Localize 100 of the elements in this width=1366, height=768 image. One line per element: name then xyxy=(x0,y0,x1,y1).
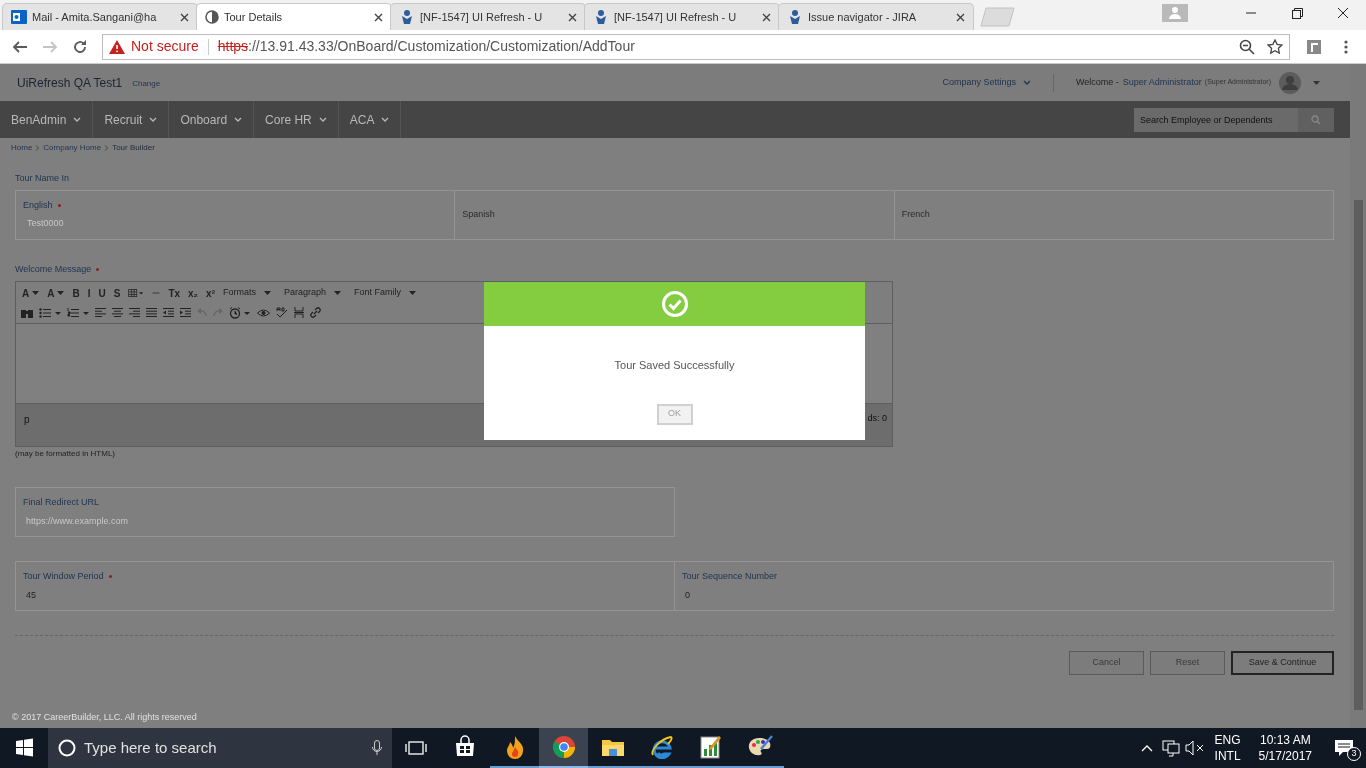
field-label: English xyxy=(23,198,53,212)
back-button[interactable] xyxy=(12,39,28,54)
app-title: UiRefresh QA Test1 xyxy=(17,74,123,92)
binoculars-icon[interactable] xyxy=(21,307,33,318)
word-count: ds: 0 xyxy=(867,412,887,425)
align-left-icon[interactable] xyxy=(95,308,106,317)
field-label: Spanish xyxy=(462,207,495,221)
close-icon[interactable] xyxy=(374,12,383,22)
microphone-icon[interactable] xyxy=(372,740,382,756)
change-link[interactable]: Change xyxy=(132,78,161,90)
field-label: French xyxy=(901,207,930,221)
form-button[interactable]: Reset xyxy=(1150,651,1225,675)
menu-icon[interactable] xyxy=(1344,38,1348,55)
breadcrumb-link[interactable]: Home xyxy=(11,141,33,154)
close-icon[interactable] xyxy=(956,12,965,22)
number-field[interactable]: 45 xyxy=(23,588,667,603)
close-icon[interactable] xyxy=(568,12,577,22)
search-input[interactable]: Type here to search xyxy=(84,736,364,760)
folder-icon xyxy=(600,737,625,757)
url-input[interactable]: https://www.example.com xyxy=(23,514,667,529)
security-label[interactable]: Not secure xyxy=(131,36,199,57)
toolbar-button[interactable]: x² xyxy=(203,284,218,302)
zoom-out-icon[interactable] xyxy=(1239,38,1255,55)
toolbar-dropdown[interactable]: Font Family xyxy=(351,284,425,302)
language-code: ENG xyxy=(1214,732,1241,748)
avatar-icon[interactable] xyxy=(1279,71,1301,94)
form-button[interactable]: Cancel xyxy=(1069,651,1144,675)
page-icon xyxy=(205,10,219,24)
notification-count: 3 xyxy=(1347,747,1361,761)
address-field[interactable]: Not secure https://13.91.43.33/OnBoard/Customization/Customization/AddTour xyxy=(102,33,1290,60)
bookmark-star-icon[interactable] xyxy=(1267,38,1283,55)
toolbar-button[interactable]: S xyxy=(110,284,124,302)
breadcrumb-link[interactable]: Company Home xyxy=(43,141,102,154)
search-button[interactable] xyxy=(1298,107,1334,132)
browser-tab[interactable]: [NF-1547] UI Refresh - U xyxy=(390,3,586,30)
nav-menu-item[interactable]: Recruit xyxy=(93,101,170,138)
spellcheck-icon[interactable] xyxy=(276,307,288,318)
close-icon[interactable] xyxy=(762,12,771,22)
nav-menu-item[interactable]: Onboard xyxy=(169,101,255,138)
browser-tab[interactable]: Issue navigator - JIRA xyxy=(778,3,974,30)
reload-button[interactable] xyxy=(72,38,88,55)
toolbar-button[interactable]: x₂ xyxy=(185,284,202,302)
toolbar-button[interactable]: Tx xyxy=(165,284,184,302)
chevron-icon xyxy=(381,117,390,122)
element-path: p xyxy=(24,413,30,427)
toolbar-button[interactable]: A xyxy=(44,284,68,302)
browser-tab[interactable]: [NF-1547] UI Refresh - U xyxy=(584,3,780,30)
caret-icon xyxy=(57,291,65,295)
user-name[interactable]: Super Administrator xyxy=(1122,75,1202,90)
scrollbar[interactable] xyxy=(1350,64,1366,728)
toolbar-button[interactable]: I xyxy=(84,284,94,302)
search-input[interactable]: Search Employee or Dependents xyxy=(1134,107,1298,132)
extension-icon[interactable] xyxy=(1306,38,1322,55)
chevron-icon xyxy=(149,117,158,122)
cortana-icon xyxy=(58,739,76,757)
page-break-icon[interactable] xyxy=(294,307,304,318)
nav-menu-item[interactable]: Core HR xyxy=(254,101,339,138)
toolbar-button[interactable]: A xyxy=(19,284,43,302)
browser-tab[interactable]: Mail - Amita.Sangani@ha xyxy=(2,3,198,30)
eye-icon[interactable] xyxy=(257,308,270,317)
company-settings-menu[interactable]: Company Settings xyxy=(942,75,1031,90)
text-field[interactable]: Test0000 xyxy=(23,216,448,231)
number-field[interactable]: 0 xyxy=(682,588,1326,603)
chrome-icon xyxy=(551,735,576,759)
field-label: Final Redirect URL xyxy=(23,495,100,509)
align-center-icon[interactable] xyxy=(112,308,123,317)
align-right-icon[interactable] xyxy=(129,308,140,317)
form-button[interactable]: Save & Continue xyxy=(1231,651,1334,675)
toolbar-button[interactable]: B xyxy=(69,284,83,302)
link-icon[interactable] xyxy=(310,307,321,318)
alarm-clock-icon[interactable] xyxy=(229,306,251,319)
toolbar-dropdown[interactable]: Paragraph xyxy=(281,284,350,302)
breadcrumb-link[interactable]: Tour Builder xyxy=(112,141,155,154)
input-language-button[interactable]: ENG INTL xyxy=(1206,728,1249,768)
toolbar-button[interactable]: U xyxy=(95,284,109,302)
bullet-list-icon[interactable] xyxy=(39,307,61,318)
indent-icon[interactable] xyxy=(180,308,191,317)
outdent-icon[interactable] xyxy=(163,308,174,317)
close-icon[interactable] xyxy=(180,12,189,22)
nav-menu-item[interactable]: BenAdmin xyxy=(0,101,94,138)
notifications-button[interactable]: 3 xyxy=(1322,728,1366,768)
numbered-list-icon[interactable] xyxy=(67,307,89,318)
section-label: Tour Name In xyxy=(15,172,70,185)
justify-icon[interactable] xyxy=(146,308,157,317)
caret-icon[interactable] xyxy=(1313,80,1320,85)
nav-menu-item[interactable]: ACA xyxy=(338,101,402,138)
browser-tab[interactable]: Tour Details xyxy=(196,3,392,30)
caret-icon xyxy=(409,291,417,295)
scrollbar-thumb[interactable] xyxy=(1353,200,1363,710)
jira-icon xyxy=(399,9,415,25)
tab-title: Tour Details xyxy=(224,9,284,25)
toolbar-dropdown[interactable]: Formats xyxy=(220,284,279,302)
caret-icon xyxy=(334,291,342,295)
jira-icon xyxy=(787,9,803,25)
ok-button[interactable]: OK xyxy=(656,403,693,425)
chevron-icon xyxy=(73,117,82,122)
employee-search-field[interactable]: Search Employee or Dependents xyxy=(1134,107,1334,132)
clock-button[interactable]: 10:13 AM 5/17/2017 xyxy=(1248,728,1322,768)
taskbar-search-field[interactable]: Type here to search xyxy=(48,728,392,768)
redirect-url-field[interactable]: Final Redirect URL https://www.example.com xyxy=(15,487,675,537)
